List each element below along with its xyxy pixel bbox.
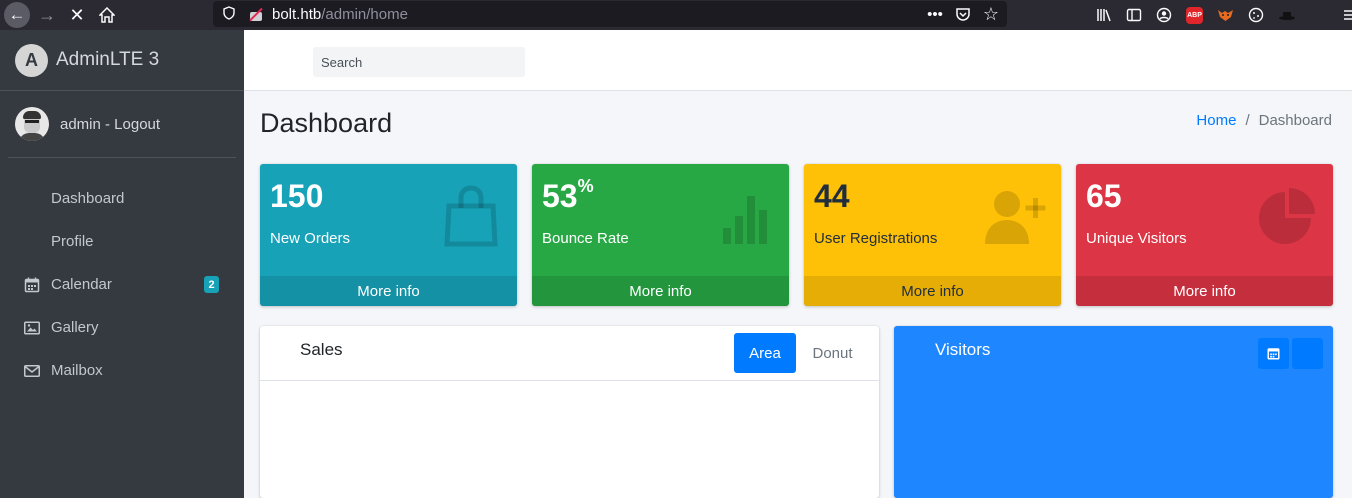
adblock-icon[interactable]: ABP	[1186, 6, 1203, 24]
home-button[interactable]	[92, 0, 122, 30]
stat-box-bounce-rate: 53% Bounce Rate More info	[532, 164, 789, 306]
back-arrow-icon: ←	[4, 2, 30, 28]
sidebar-toggle-icon[interactable]	[1126, 7, 1142, 23]
stat-value: 44	[814, 178, 850, 214]
sales-card-header: Sales Area Donut	[260, 326, 879, 381]
more-actions-icon[interactable]: •••	[927, 6, 943, 23]
url-bar[interactable]: bolt.htb/admin/home ••• ☆	[213, 1, 1007, 27]
back-button[interactable]: ←	[2, 0, 32, 30]
collapse-button[interactable]	[1292, 338, 1323, 369]
more-info-link[interactable]: More info	[804, 276, 1061, 306]
user-plus-icon	[985, 191, 1046, 244]
close-icon: ✕	[69, 4, 85, 25]
sidebar-item-label: Dashboard	[51, 190, 125, 207]
stat-box-registrations: 44 User Registrations More info	[804, 164, 1061, 306]
stat-box-visitors: 65 Unique Visitors More info	[1076, 164, 1333, 306]
brand-logo: A	[15, 43, 48, 77]
sidebar-item-gallery[interactable]: Gallery	[0, 306, 244, 349]
user-panel: admin - Logout	[8, 91, 236, 158]
page-title: Dashboard	[260, 108, 393, 138]
pie-chart-icon	[1259, 188, 1315, 244]
brand-text: AdminLTE 3	[56, 49, 160, 70]
top-navbar	[244, 30, 1352, 91]
sales-card-title: Sales	[300, 340, 343, 359]
bookmark-star-icon[interactable]: ☆	[983, 4, 999, 25]
brand-link[interactable]: A AdminLTE 3	[0, 30, 244, 91]
sidebar-item-profile[interactable]: Profile	[0, 220, 244, 263]
breadcrumb: Home / Dashboard	[1196, 112, 1332, 129]
account-icon[interactable]	[1156, 7, 1172, 23]
foxyproxy-icon[interactable]	[1217, 7, 1234, 23]
stat-label: Bounce Rate	[542, 230, 629, 247]
sidebar-item-calendar[interactable]: Calendar 2	[0, 263, 244, 306]
library-icon[interactable]	[1096, 7, 1112, 23]
tab-donut[interactable]: Donut	[800, 333, 865, 373]
sidebar-item-label: Profile	[51, 233, 94, 250]
more-info-link[interactable]: More info	[260, 276, 517, 306]
forward-button[interactable]: →	[32, 0, 62, 30]
sidebar-nav: Dashboard Profile Calendar 2 Gallery Mai…	[0, 158, 244, 392]
stat-value: 65	[1086, 178, 1122, 214]
more-info-link[interactable]: More info	[532, 276, 789, 306]
breadcrumb-current: Dashboard	[1258, 112, 1332, 129]
shopping-bag-icon	[444, 185, 498, 247]
cookie-icon[interactable]	[1248, 7, 1264, 23]
sidebar-item-label: Gallery	[51, 319, 99, 336]
sales-card: Sales Area Donut	[260, 326, 879, 498]
breadcrumb-home-link[interactable]: Home	[1196, 112, 1236, 129]
sidebar-item-label: Mailbox	[51, 362, 103, 379]
sidebar-item-label: Calendar	[51, 276, 112, 293]
shield-icon[interactable]	[223, 5, 237, 23]
sidebar-item-mailbox[interactable]: Mailbox	[0, 349, 244, 392]
stat-label: User Registrations	[814, 230, 938, 247]
bar-chart-icon	[723, 196, 767, 244]
tab-area[interactable]: Area	[734, 333, 796, 373]
more-info-link[interactable]: More info	[1076, 276, 1333, 306]
stat-box-orders: 150 New Orders More info	[260, 164, 517, 306]
menu-icon[interactable]	[1342, 7, 1352, 23]
breadcrumb-separator: /	[1245, 112, 1250, 129]
sidebar-item-dashboard[interactable]: Dashboard	[0, 177, 244, 220]
stat-value: 53%	[542, 176, 594, 214]
main-sidebar: A AdminLTE 3 admin - Logout Dashboard Pr…	[0, 30, 244, 498]
pocket-icon[interactable]	[955, 6, 971, 22]
logout-link[interactable]: admin - Logout	[60, 116, 160, 133]
browser-toolbar: ← → ✕ bolt.htb/admin/home ••• ☆ ABP	[0, 0, 1352, 30]
avatar[interactable]	[15, 107, 49, 141]
stat-label: New Orders	[270, 230, 351, 247]
visitors-card-title: Visitors	[935, 340, 991, 359]
hat-extension-icon[interactable]	[1278, 7, 1296, 23]
url-text: bolt.htb/admin/home	[272, 5, 408, 23]
home-icon	[99, 7, 115, 23]
stop-loading-button[interactable]: ✕	[62, 0, 92, 30]
date-range-button[interactable]	[1258, 338, 1289, 369]
forward-arrow-icon: →	[38, 4, 56, 25]
calendar-badge: 2	[204, 276, 219, 293]
calendar-icon	[1267, 348, 1280, 360]
calendar-icon	[24, 277, 40, 292]
insecure-lock-icon[interactable]	[249, 7, 263, 22]
stat-value: 150	[270, 178, 324, 214]
envelope-icon	[24, 364, 40, 377]
visitors-card: Visitors	[894, 326, 1333, 498]
search-input[interactable]	[313, 47, 525, 77]
stat-label: Unique Visitors	[1086, 230, 1187, 247]
image-icon	[24, 321, 40, 334]
